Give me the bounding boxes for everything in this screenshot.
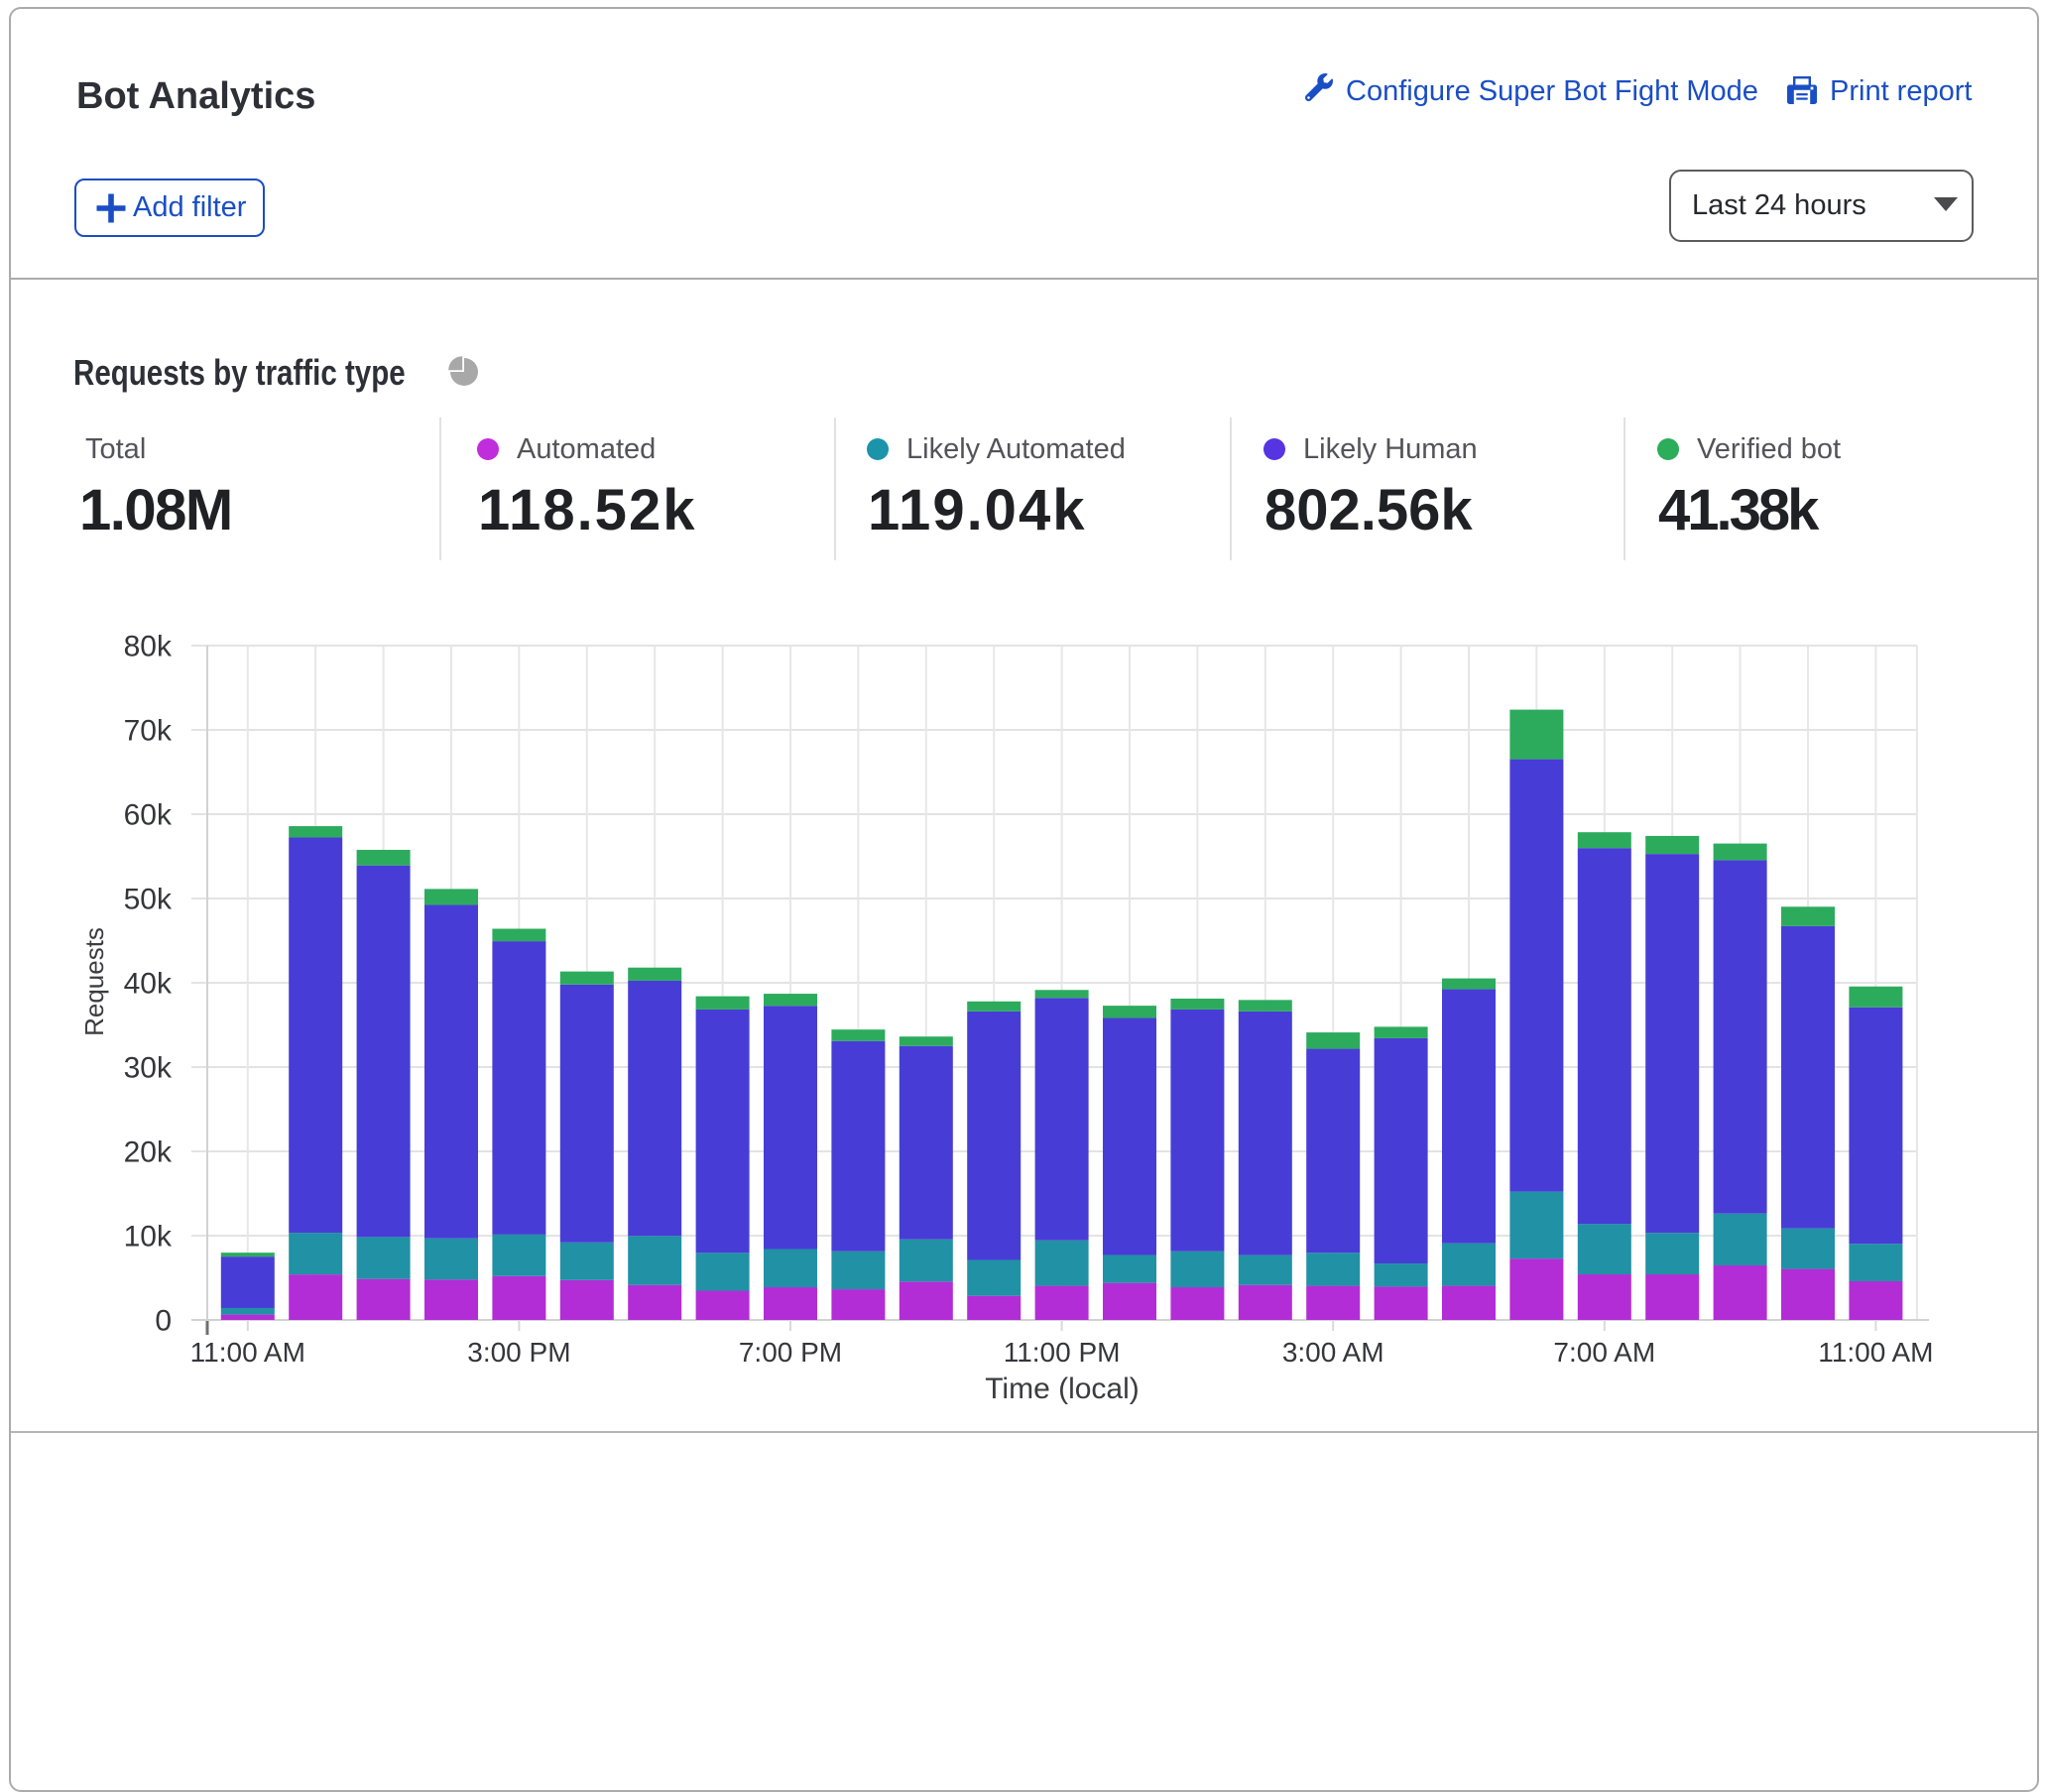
- svg-text:Time (local): Time (local): [985, 1373, 1140, 1405]
- svg-text:11:00 AM: 11:00 AM: [190, 1337, 305, 1368]
- svg-text:11:00 PM: 11:00 PM: [1004, 1337, 1121, 1368]
- svg-text:70k: 70k: [124, 715, 173, 748]
- svg-text:10k: 10k: [124, 1221, 173, 1254]
- svg-text:30k: 30k: [124, 1052, 173, 1085]
- svg-text:40k: 40k: [124, 968, 173, 1001]
- svg-text:3:00 PM: 3:00 PM: [467, 1337, 570, 1368]
- svg-text:7:00 PM: 7:00 PM: [739, 1337, 842, 1368]
- svg-text:3:00 AM: 3:00 AM: [1282, 1337, 1384, 1368]
- svg-text:Requests: Requests: [79, 927, 109, 1036]
- svg-text:80k: 80k: [124, 631, 173, 663]
- svg-text:60k: 60k: [124, 799, 173, 832]
- svg-text:7:00 AM: 7:00 AM: [1553, 1337, 1655, 1368]
- svg-text:11:00 AM: 11:00 AM: [1818, 1337, 1933, 1368]
- svg-text:50k: 50k: [124, 884, 173, 916]
- svg-text:0: 0: [155, 1305, 172, 1338]
- svg-text:20k: 20k: [124, 1136, 173, 1169]
